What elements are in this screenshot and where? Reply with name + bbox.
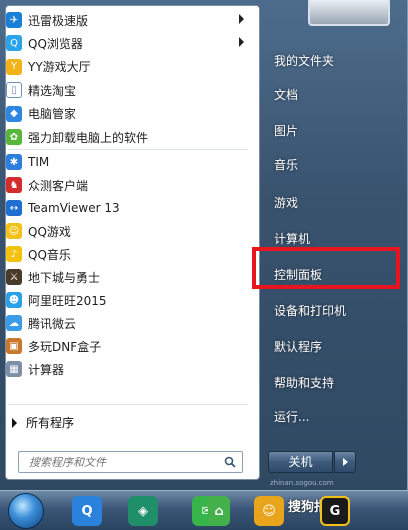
qq-game-icon: ☺ xyxy=(6,223,22,239)
shutdown-button[interactable]: 关机 xyxy=(268,451,333,473)
program-item[interactable]: ◆ 电脑管家 xyxy=(6,103,250,125)
program-label: QQ游戏 xyxy=(28,224,71,239)
start-menu-link[interactable]: 运行... xyxy=(266,402,398,430)
program-label: 阿里旺旺2015 xyxy=(28,293,107,308)
taskbar-game-icon[interactable]: ☺ xyxy=(254,496,284,526)
taskbar-browser-icon[interactable]: Q xyxy=(72,496,102,526)
start-menu-link[interactable]: 音乐 xyxy=(266,150,398,178)
program-label: 迅雷极速版 xyxy=(28,13,89,28)
program-label: 多玩DNF盒子 xyxy=(28,339,102,354)
program-item[interactable]: ☁ 腾讯微云 xyxy=(6,312,250,334)
tim-icon: ✱ xyxy=(6,154,22,170)
start-menu-link[interactable]: 游戏 xyxy=(266,188,398,216)
program-label: 强力卸载电脑上的软件 xyxy=(28,130,149,145)
expand-arrow-icon xyxy=(12,417,17,428)
program-label: 地下城与勇士 xyxy=(28,270,101,285)
program-item[interactable]: ☻ 阿里旺旺2015 xyxy=(6,289,250,311)
program-label: 计算器 xyxy=(28,362,65,377)
program-item[interactable]: Y YY游戏大厅 xyxy=(6,56,250,78)
submenu-arrow-icon xyxy=(239,14,244,24)
program-item[interactable]: ▦ 计算器 xyxy=(6,358,250,380)
program-item[interactable]: ✿ 强力卸载电脑上的软件 xyxy=(6,126,250,148)
program-item[interactable]: ▯ 精选淘宝 xyxy=(6,79,250,101)
program-item[interactable]: ⚔ 地下城与勇士 xyxy=(6,266,250,288)
zhongce-icon: ♞ xyxy=(6,177,22,193)
program-item[interactable]: ♪ QQ音乐 xyxy=(6,243,250,265)
program-label: 众测客户端 xyxy=(28,178,89,193)
program-item[interactable]: ✈ 迅雷极速版 xyxy=(6,9,250,31)
program-label: QQ浏览器 xyxy=(28,36,83,51)
start-orb-icon[interactable] xyxy=(8,493,44,529)
pc-manager-icon: ◆ xyxy=(6,105,22,122)
taobao-icon: ▯ xyxy=(6,82,22,99)
teamviewer-icon: ↔ xyxy=(6,200,22,216)
separator xyxy=(8,404,248,405)
start-menu-link[interactable]: 帮助和支持 xyxy=(266,368,398,396)
all-programs-label: 所有程序 xyxy=(26,416,75,430)
thunder-icon: ✈ xyxy=(6,12,22,28)
program-label: 精选淘宝 xyxy=(28,83,77,98)
all-programs-button[interactable]: 所有程序 xyxy=(12,414,74,431)
start-menu-link[interactable]: 设备和打印机 xyxy=(266,296,398,324)
taskbar-chat-icon[interactable]: ⌂ xyxy=(208,496,230,526)
dnf-box-icon: ▣ xyxy=(6,338,22,354)
dnf-icon: ⚔ xyxy=(6,269,22,285)
start-menu-link[interactable]: 文档 xyxy=(266,80,398,108)
weiyun-icon: ☁ xyxy=(6,315,22,331)
submenu-arrow-icon xyxy=(239,37,244,48)
user-avatar[interactable] xyxy=(308,0,390,26)
taskbar-g-icon[interactable]: G xyxy=(320,496,350,526)
program-label: TeamViewer 13 xyxy=(28,201,120,215)
program-label: QQ音乐 xyxy=(28,247,71,262)
yy-game-icon: Y xyxy=(6,58,22,75)
separator xyxy=(8,149,248,150)
calculator-icon: ▦ xyxy=(6,361,22,377)
program-item[interactable]: ▣ 多玩DNF盒子 xyxy=(6,335,250,357)
qq-browser-icon: Q xyxy=(6,35,22,52)
start-menu-link[interactable]: 图片 xyxy=(266,116,398,144)
start-menu-link[interactable]: 默认程序 xyxy=(266,332,398,360)
uninstall-icon: ✿ xyxy=(6,129,22,145)
program-label: YY游戏大厅 xyxy=(28,60,91,75)
program-label: 电脑管家 xyxy=(28,107,77,122)
program-item[interactable]: ✱ TIM xyxy=(6,151,250,173)
program-label: 腾讯微云 xyxy=(28,316,77,331)
start-menu-link[interactable]: 我的文件夹 xyxy=(266,46,398,74)
search-icon[interactable] xyxy=(224,456,236,468)
program-item[interactable]: ↔ TeamViewer 13 xyxy=(6,197,250,219)
watermark-url: zhinan.sogou.com xyxy=(270,479,334,487)
program-label: TIM xyxy=(28,155,50,169)
program-item[interactable]: Q QQ浏览器 xyxy=(6,32,250,54)
search-input[interactable] xyxy=(18,451,243,473)
taskbar-app-icon[interactable]: ◈ xyxy=(128,496,158,526)
aliwangwang-icon: ☻ xyxy=(6,292,22,308)
qq-music-icon: ♪ xyxy=(6,246,22,262)
program-item[interactable]: ☺ QQ游戏 xyxy=(6,220,250,242)
program-item[interactable]: ♞ 众测客户端 xyxy=(6,174,250,196)
shutdown-options-button[interactable] xyxy=(334,451,356,473)
highlight-annotation xyxy=(252,247,400,289)
